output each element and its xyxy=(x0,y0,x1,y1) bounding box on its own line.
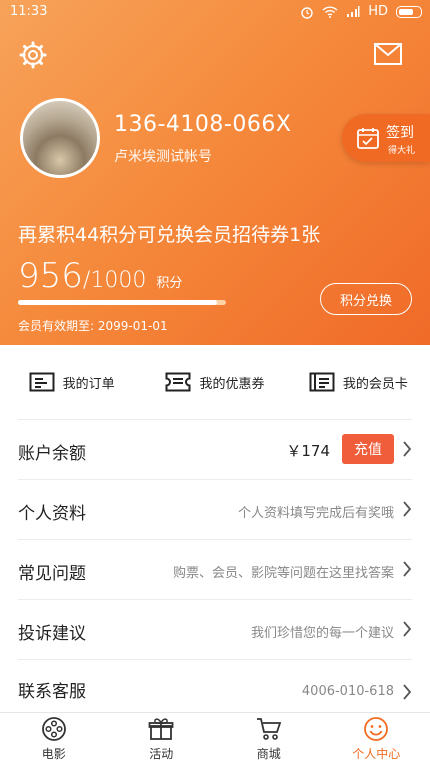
tab-events-label: 活动 xyxy=(149,745,173,762)
tab-movies-label: 电影 xyxy=(42,745,66,762)
profile-info-desc: 个人资料填写完成后有奖哦 xyxy=(238,502,394,521)
my-orders-link[interactable]: 我的订单 xyxy=(0,372,143,392)
avatar[interactable] xyxy=(20,98,100,178)
order-icon xyxy=(29,372,55,392)
account-balance-value: ￥174 xyxy=(286,440,330,461)
account-balance-title: 账户余额 xyxy=(18,439,86,464)
status-bar: 11:33 HD xyxy=(0,0,430,24)
chevron-right-icon xyxy=(402,683,412,701)
feedback-row[interactable]: 投诉建议 我们珍惜您的每一个建议 xyxy=(0,600,430,660)
membership-card-icon xyxy=(309,372,335,392)
status-icons: HD xyxy=(300,4,422,19)
chevron-right-icon xyxy=(402,440,412,458)
tab-store[interactable]: 商城 xyxy=(215,713,323,766)
feedback-desc: 我们珍惜您的每一个建议 xyxy=(251,622,394,641)
tab-events[interactable]: 活动 xyxy=(108,713,216,766)
my-coupons-label: 我的优惠券 xyxy=(199,373,264,392)
faq-row[interactable]: 常见问题 购票、会员、影院等问题在这里找答案 xyxy=(0,540,430,600)
redeem-points-button[interactable]: 积分兑换 xyxy=(320,283,412,315)
tab-store-label: 商城 xyxy=(257,745,281,762)
battery-icon xyxy=(396,6,422,18)
faq-desc: 购票、会员、影院等问题在这里找答案 xyxy=(173,562,394,581)
profile-info-row[interactable]: 个人资料 个人资料填写完成后有奖哦 xyxy=(0,480,430,540)
customer-service-title: 联系客服 xyxy=(18,677,86,702)
my-orders-label: 我的订单 xyxy=(63,373,115,392)
points-unit: 积分 xyxy=(156,272,182,291)
points-promo: 再累积44积分可兑换会员招待券1张 xyxy=(18,220,320,247)
smiley-icon xyxy=(363,716,389,742)
points-display: 956 / 1000 积分 xyxy=(18,256,182,296)
profile-phone: 136-4108-066X xyxy=(114,112,291,137)
my-membership-card-link[interactable]: 我的会员卡 xyxy=(287,372,430,392)
tab-movies[interactable]: 电影 xyxy=(0,713,108,766)
faq-title: 常见问题 xyxy=(18,559,86,584)
coupon-icon xyxy=(165,372,191,392)
points-progress-fill xyxy=(18,300,217,305)
points-progress-bar xyxy=(18,300,226,305)
account-balance-row[interactable]: 账户余额 ￥174 充值 xyxy=(0,420,430,480)
points-total: 1000 xyxy=(90,268,146,293)
shopping-cart-icon xyxy=(256,716,282,742)
profile-header: 11:33 HD 136-4108-066X 卢米埃测试帐号 xyxy=(0,0,430,345)
chevron-right-icon xyxy=(402,560,412,578)
settings-gear-icon[interactable] xyxy=(19,41,47,69)
customer-service-row[interactable]: 联系客服 4006-010-618 xyxy=(0,660,430,712)
film-reel-icon xyxy=(41,716,67,742)
wifi-icon xyxy=(322,6,338,18)
tab-personal-center-label: 个人中心 xyxy=(352,745,400,762)
membership-expiry: 会员有效期至: 2099-01-01 xyxy=(18,317,168,334)
status-time: 11:33 xyxy=(10,4,47,19)
signin-button[interactable]: 签到 得大礼 xyxy=(342,114,430,162)
points-current: 956 xyxy=(18,256,83,296)
signin-sub: 得大礼 xyxy=(388,143,415,156)
chevron-right-icon xyxy=(402,620,412,638)
profile-info-title: 个人资料 xyxy=(18,499,86,524)
feedback-title: 投诉建议 xyxy=(18,619,86,644)
recharge-button[interactable]: 充值 xyxy=(342,434,394,464)
my-membership-card-label: 我的会员卡 xyxy=(343,373,408,392)
points-separator: / xyxy=(83,268,90,293)
mail-icon[interactable] xyxy=(374,43,402,65)
profile-account-name: 卢米埃测试帐号 xyxy=(114,146,212,166)
alarm-icon xyxy=(300,5,314,19)
calendar-check-icon xyxy=(356,126,380,150)
my-coupons-link[interactable]: 我的优惠券 xyxy=(143,372,286,392)
gift-icon xyxy=(148,716,174,742)
customer-service-phone: 4006-010-618 xyxy=(302,684,394,699)
chevron-right-icon xyxy=(402,500,412,518)
bottom-tab-bar: 电影 活动 商城 个人中心 xyxy=(0,712,430,766)
signin-label: 签到 xyxy=(386,122,414,142)
signal-icon xyxy=(346,6,360,18)
tab-personal-center[interactable]: 个人中心 xyxy=(323,713,430,766)
quick-links: 我的订单 我的优惠券 我的会员卡 xyxy=(0,345,430,419)
network-type: HD xyxy=(368,4,388,19)
